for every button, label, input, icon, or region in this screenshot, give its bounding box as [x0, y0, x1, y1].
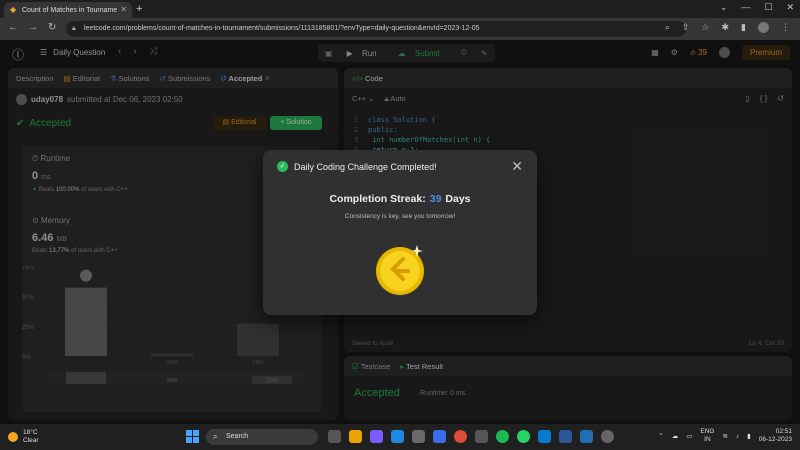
battery-status-icon[interactable]: ▮ [747, 432, 751, 440]
url-field[interactable]: 🔒︎ leetcode.com/problems/count-of-matche… [66, 21, 686, 37]
settings-app-icon[interactable] [601, 430, 614, 443]
file-explorer-icon[interactable] [349, 430, 362, 443]
maximize-icon[interactable]: ☐ [764, 2, 772, 13]
whatsapp-icon[interactable] [517, 430, 530, 443]
word-icon[interactable] [559, 430, 572, 443]
consistency-message: Consistency is key, see you tomorrow! [344, 213, 456, 220]
sidebar-icon[interactable]: ▮ [741, 22, 746, 33]
edge-icon[interactable] [391, 430, 404, 443]
browser-tab[interactable]: ◆ Count of Matches in Tourname ✕ [4, 2, 132, 18]
app-m-icon[interactable] [580, 430, 593, 443]
language-indicator[interactable]: ENG IN [700, 428, 714, 444]
battery-icon[interactable]: ▭ [686, 432, 692, 440]
chrome-icon[interactable] [454, 430, 467, 443]
back-icon[interactable]: ← [8, 22, 18, 33]
leetcode-coin-icon [376, 245, 424, 295]
system-tray: ⌃ ☁ ▭ ENG IN ≋ ♪ ▮ 02:51 06-12-2023 [658, 428, 792, 444]
address-bar: ← → ↻ 🔒︎ leetcode.com/problems/count-of-… [0, 18, 800, 40]
taskbar-search[interactable]: ⌕ Search [206, 429, 318, 445]
mail-icon[interactable] [475, 430, 488, 443]
forward-icon[interactable]: → [28, 22, 38, 33]
window-controls: ⌄ — ☐ ✕ [720, 2, 794, 13]
cloud-icon[interactable]: ☁ [672, 432, 679, 440]
volume-icon[interactable]: ♪ [736, 433, 739, 440]
task-view-icon[interactable] [328, 430, 341, 443]
bookmark-star-icon[interactable]: ☆ [701, 22, 709, 33]
new-tab-button[interactable]: + [136, 3, 142, 15]
share-icon[interactable]: ⇪ [682, 22, 690, 33]
close-window-icon[interactable]: ✕ [786, 2, 794, 13]
close-tab-icon[interactable]: ✕ [120, 5, 127, 14]
wifi-icon[interactable]: ≋ [722, 432, 727, 440]
windows-taskbar: 18°C Clear ⌕ Search ⌃ ☁ ▭ ENG IN ≋ ♪ ▮ 02:… [0, 424, 800, 450]
profile-avatar[interactable] [758, 22, 769, 33]
store-icon[interactable] [412, 430, 425, 443]
windows-start-icon[interactable] [186, 430, 199, 443]
moon-icon [8, 432, 18, 442]
taskbar-apps [328, 430, 614, 443]
search-icon: ⌕ [213, 432, 218, 441]
daily-challenge-modal: ✓ Daily Coding Challenge Completed! ✕ Co… [263, 150, 537, 315]
close-icon[interactable]: ✕ [511, 158, 523, 175]
app-icon[interactable] [433, 430, 446, 443]
browser-tab-bar: ◆ Count of Matches in Tourname ✕ + ⌄ — ☐… [0, 0, 800, 18]
completion-streak: Completion Streak: 39 Days [329, 193, 471, 205]
leetcode-favicon-icon: ◆ [10, 5, 17, 14]
lock-icon: 🔒︎ [72, 25, 76, 32]
weather-widget[interactable]: 18°C Clear [8, 429, 39, 445]
clock[interactable]: 02:51 06-12-2023 [759, 428, 792, 444]
tab-title: Count of Matches in Tourname [22, 6, 118, 14]
chevron-down-icon[interactable]: ⌄ [720, 2, 728, 13]
extensions-icon[interactable]: ✱ [722, 22, 730, 33]
spotify-icon[interactable] [496, 430, 509, 443]
vscode-icon[interactable] [538, 430, 551, 443]
chevron-up-icon[interactable]: ⌃ [658, 432, 663, 440]
minimize-icon[interactable]: — [741, 2, 750, 13]
reload-icon[interactable]: ↻ [48, 22, 56, 33]
kebab-menu-icon[interactable]: ⋮ [781, 22, 790, 33]
teams-icon[interactable] [370, 430, 383, 443]
google-lens-icon[interactable]: ⌕ [665, 22, 670, 33]
modal-title: Daily Coding Challenge Completed! [294, 161, 437, 172]
check-circle-icon: ✓ [277, 161, 288, 172]
